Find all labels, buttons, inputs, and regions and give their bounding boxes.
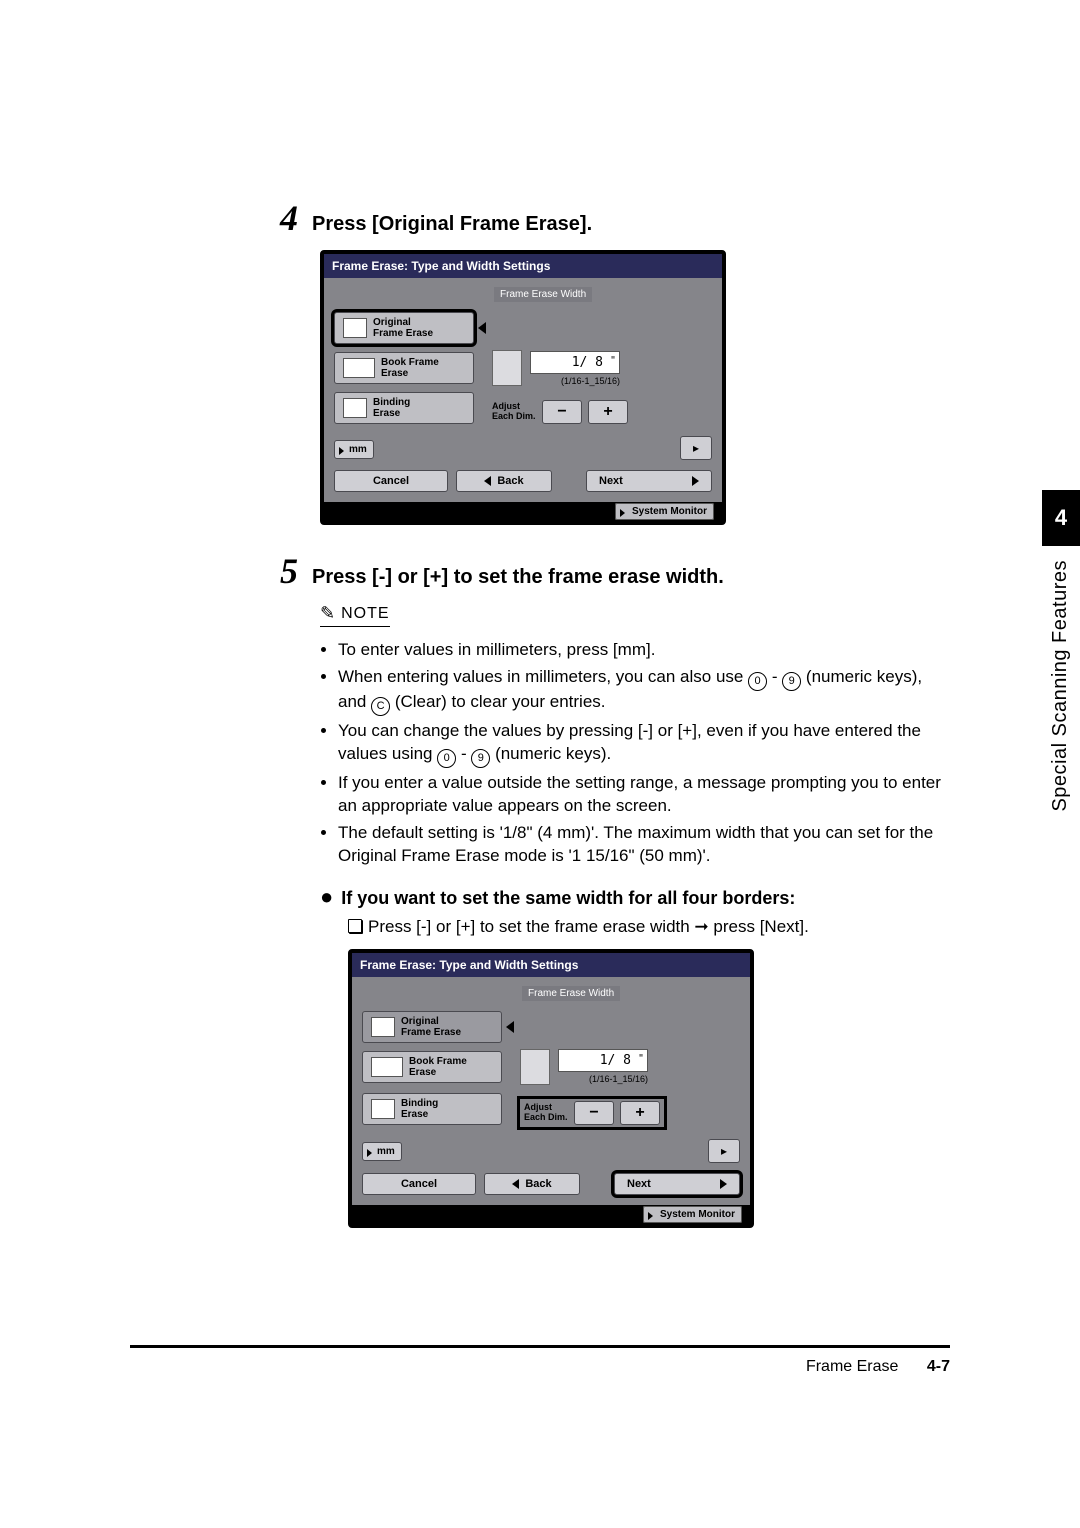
footer-section: Frame Erase <box>806 1358 898 1375</box>
page-preview-icon <box>492 350 522 386</box>
triangle-right-icon <box>692 476 699 486</box>
note-item: If you enter a value outside the setting… <box>338 772 950 818</box>
page-footer: Frame Erase 4-7 <box>806 1358 950 1376</box>
selection-pointer-icon <box>478 322 486 334</box>
subsection-heading: ● If you want to set the same width for … <box>320 886 950 909</box>
bullet-icon: ● <box>320 886 333 908</box>
key-nine-icon: 9 <box>471 749 490 768</box>
step-5: 5 Press [-] or [+] to set the frame eras… <box>280 553 950 589</box>
selection-pointer-icon <box>506 1021 514 1033</box>
plus-button[interactable]: + <box>588 400 628 424</box>
mode-label: Book Frame Erase <box>381 357 439 379</box>
note-item: To enter values in millimeters, press [m… <box>338 639 950 662</box>
width-value-display: 1/ 8" <box>558 1049 648 1072</box>
back-button[interactable]: Back <box>456 470 552 492</box>
panel-subheader: Frame Erase Width <box>522 986 620 1001</box>
adjust-expand-button[interactable]: ▸ <box>708 1139 740 1163</box>
binding-thumb-icon <box>371 1099 395 1119</box>
mode-label: Binding Erase <box>401 1098 438 1120</box>
book-frame-erase-button[interactable]: Book Frame Erase <box>362 1051 502 1083</box>
width-value-display: 1/ 8" <box>530 351 620 374</box>
note-list: To enter values in millimeters, press [m… <box>338 639 950 868</box>
width-range-label: (1/16-1_15/16) <box>558 1074 648 1084</box>
step-number: 5 <box>280 553 298 589</box>
adjust-each-dim-label: Adjust Each Dim. <box>524 1103 568 1123</box>
page-thumb-icon <box>371 1017 395 1037</box>
adjust-each-dim-label: Adjust Each Dim. <box>492 402 536 422</box>
side-section-label: Special Scanning Features <box>1049 560 1072 812</box>
page-preview-icon <box>520 1049 550 1085</box>
screenshot-step5: Frame Erase: Type and Width Settings Fra… <box>348 949 950 1228</box>
binding-erase-button[interactable]: Binding Erase <box>334 392 474 424</box>
mode-label: Binding Erase <box>373 397 410 419</box>
binding-erase-button[interactable]: Binding Erase <box>362 1093 502 1125</box>
triangle-right-icon <box>720 1179 727 1189</box>
step-title: Press [-] or [+] to set the frame erase … <box>312 566 724 589</box>
footer-rule <box>130 1345 950 1348</box>
mode-label: Book Frame Erase <box>409 1056 467 1078</box>
next-button[interactable]: Next <box>586 470 712 492</box>
book-thumb-icon <box>343 358 375 378</box>
screenshot-step4: Frame Erase: Type and Width Settings Fra… <box>320 250 950 525</box>
triangle-left-icon <box>484 476 491 486</box>
back-button[interactable]: Back <box>484 1173 580 1195</box>
key-clear-icon: C <box>371 697 390 716</box>
sub-step: Press [-] or [+] to set the frame erase … <box>348 917 950 937</box>
note-block: ✎ NOTE To enter values in millimeters, p… <box>320 603 950 868</box>
original-frame-erase-button[interactable]: Original Frame Erase <box>362 1011 502 1043</box>
note-label: NOTE <box>341 605 389 623</box>
key-zero-icon: 0 <box>748 672 767 691</box>
note-item: When entering values in millimeters, you… <box>338 666 950 716</box>
key-nine-icon: 9 <box>782 672 801 691</box>
panel-header: Frame Erase: Type and Width Settings <box>352 953 750 977</box>
system-monitor-button[interactable]: System Monitor <box>615 503 714 520</box>
book-thumb-icon <box>371 1057 403 1077</box>
book-frame-erase-button[interactable]: Book Frame Erase <box>334 352 474 384</box>
note-item: You can change the values by pressing [-… <box>338 720 950 768</box>
page-thumb-icon <box>343 318 367 338</box>
mm-toggle-button[interactable]: mm <box>334 440 374 459</box>
cancel-button[interactable]: Cancel <box>334 470 448 492</box>
minus-button[interactable]: − <box>542 400 582 424</box>
footer-page-number: 4-7 <box>927 1358 950 1375</box>
original-frame-erase-button[interactable]: Original Frame Erase <box>334 312 474 344</box>
width-range-label: (1/16-1_15/16) <box>530 376 620 386</box>
checkbox-bullet-icon <box>348 919 362 933</box>
plus-button[interactable]: + <box>620 1101 660 1125</box>
chapter-tab: 4 <box>1042 490 1080 546</box>
key-zero-icon: 0 <box>437 749 456 768</box>
step-title: Press [Original Frame Erase]. <box>312 213 592 236</box>
next-button[interactable]: Next <box>614 1173 740 1195</box>
mm-toggle-button[interactable]: mm <box>362 1142 402 1161</box>
step-number: 4 <box>280 200 298 236</box>
step-4: 4 Press [Original Frame Erase]. <box>280 200 950 236</box>
note-item: The default setting is '1/8" (4 mm)'. Th… <box>338 822 950 868</box>
adjust-expand-button[interactable]: ▸ <box>680 436 712 460</box>
pencil-icon: ✎ <box>320 603 335 624</box>
system-monitor-button[interactable]: System Monitor <box>643 1206 742 1223</box>
triangle-left-icon <box>512 1179 519 1189</box>
mode-label: Original Frame Erase <box>373 317 433 339</box>
minus-button[interactable]: − <box>574 1101 614 1125</box>
panel-subheader: Frame Erase Width <box>494 287 592 302</box>
panel-header: Frame Erase: Type and Width Settings <box>324 254 722 278</box>
binding-thumb-icon <box>343 398 367 418</box>
cancel-button[interactable]: Cancel <box>362 1173 476 1195</box>
mode-label: Original Frame Erase <box>401 1016 461 1038</box>
